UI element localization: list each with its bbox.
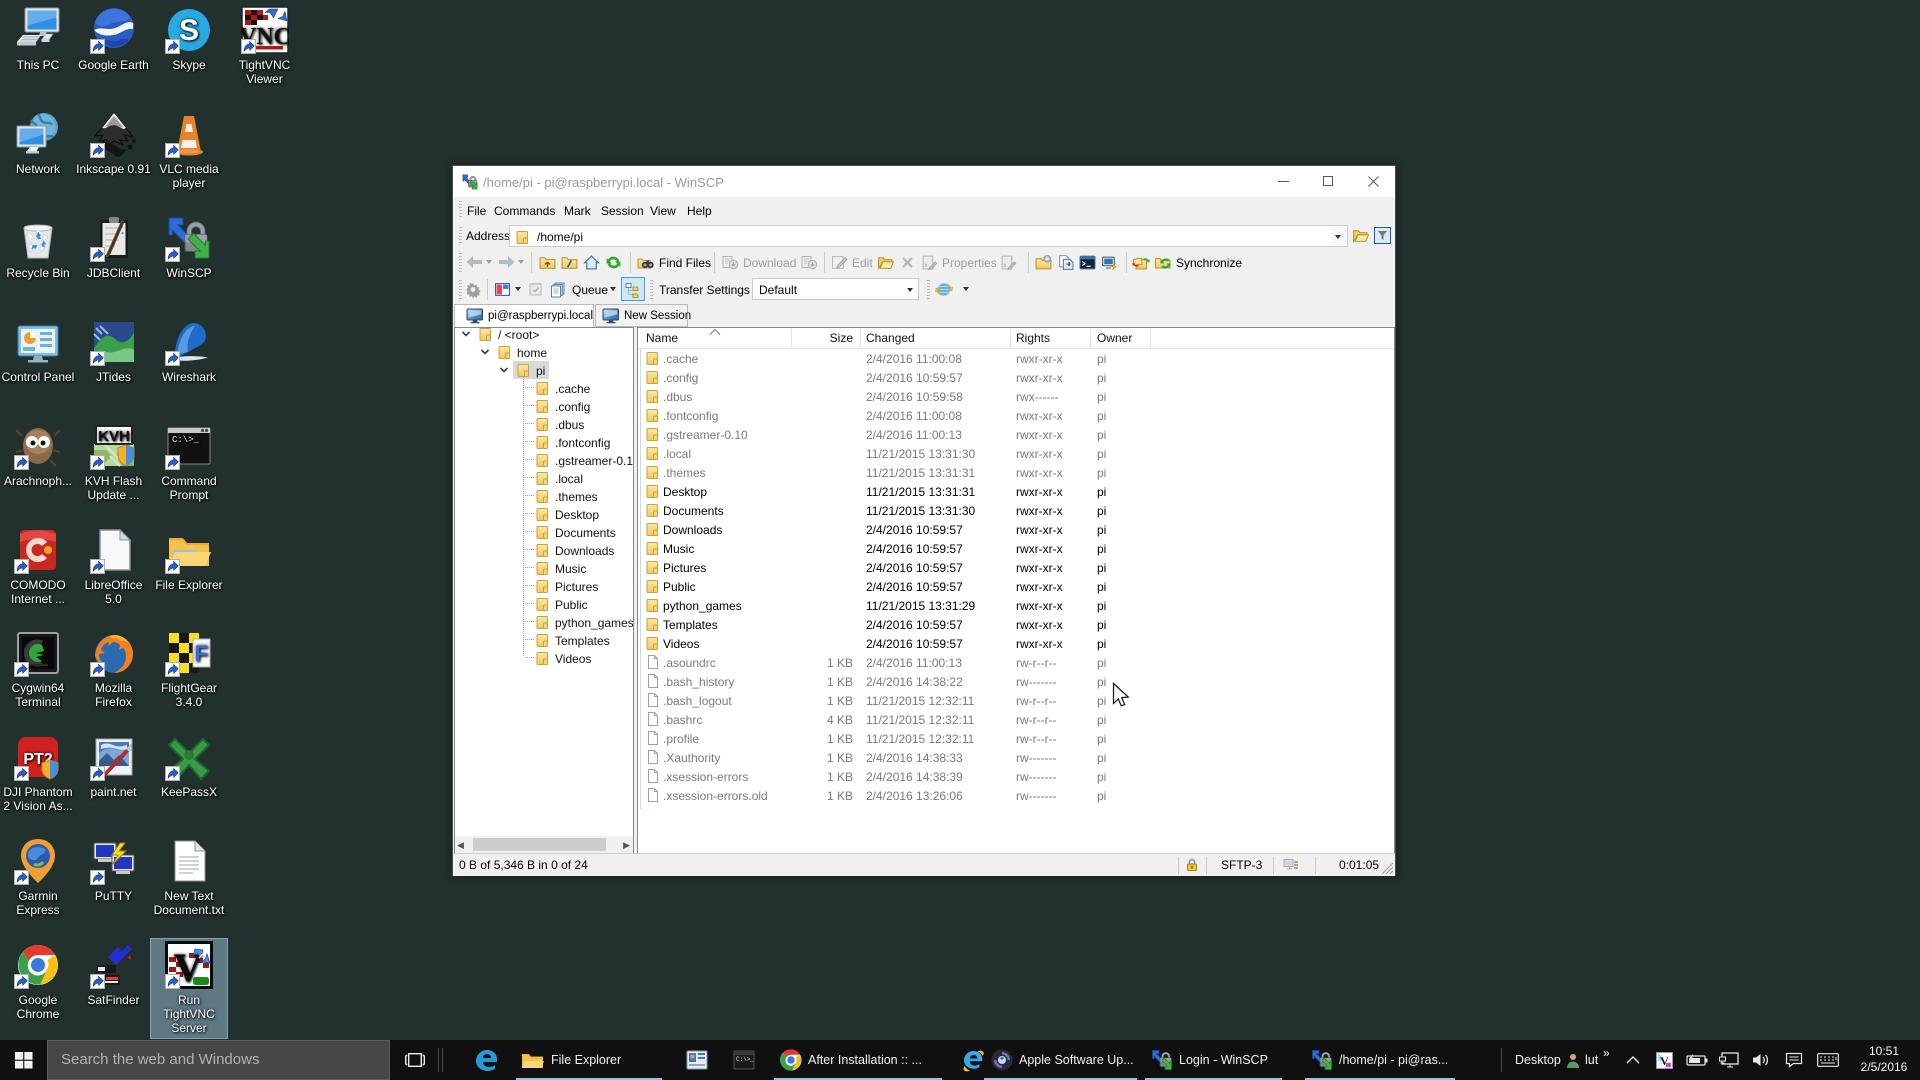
svg-text:S: S — [179, 14, 199, 47]
svg-text:V: V — [1660, 1054, 1669, 1068]
svg-text:C:\>_: C:\>_ — [172, 435, 200, 445]
svg-text:KVH: KVH — [98, 428, 130, 445]
svg-text:C:\>_: C:\>_ — [736, 1056, 754, 1063]
svg-text:F: F — [195, 641, 208, 666]
